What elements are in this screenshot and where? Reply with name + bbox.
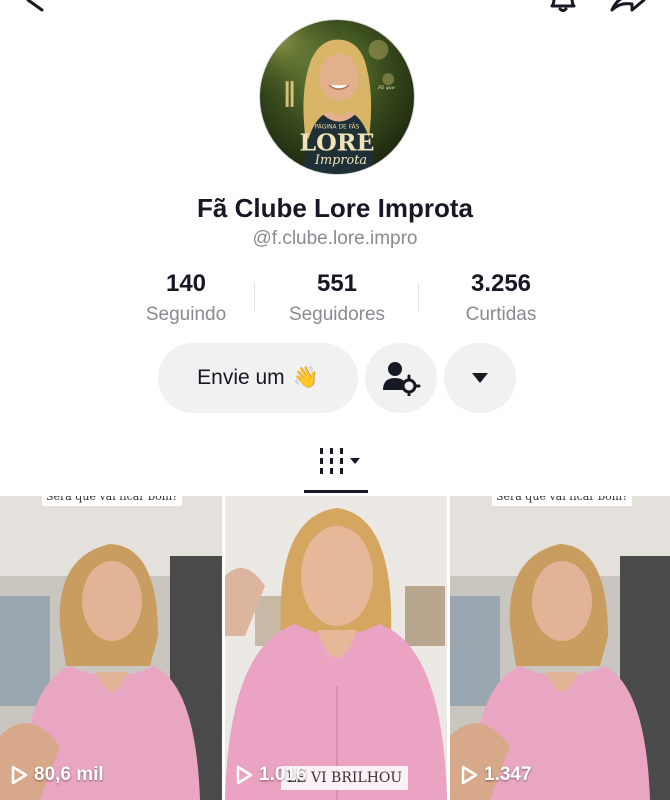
video-grid: Será que vai ficar bom? 80,6 mil LE VI B… — [0, 496, 670, 800]
user-gear-icon — [383, 362, 421, 396]
profile-handle: @f.clube.lore.impro — [252, 228, 418, 249]
video-frame-image — [225, 496, 447, 800]
stat-likes[interactable]: 3.256 Curtidas — [436, 270, 566, 326]
video-frame-image — [0, 496, 222, 800]
avatar-script-text: Improta — [314, 153, 367, 168]
stat-divider — [418, 283, 419, 311]
view-count-text: 80,6 mil — [34, 764, 104, 785]
stat-following[interactable]: 140 Seguindo — [121, 270, 251, 326]
play-icon — [461, 765, 478, 785]
back-arrow-icon[interactable] — [22, 0, 52, 16]
video-thumbnail[interactable]: LE VI BRILHOU 1.016 — [225, 496, 447, 800]
profile-tab-bar — [0, 430, 670, 494]
stat-likes-label: Curtidas — [465, 304, 537, 325]
profile-avatar[interactable]: PÁGINA DE FÃS LORE Improta Fã que — [259, 19, 415, 175]
caret-down-icon — [472, 373, 488, 383]
video-thumbnail[interactable]: Será que vai ficar bom? 1.347 — [450, 496, 670, 800]
view-count: 1.016 — [235, 764, 307, 786]
waving-hand-icon: 👋 — [292, 366, 319, 389]
stat-followers-value: 551 — [316, 270, 358, 297]
stat-likes-value: 3.256 — [470, 270, 532, 297]
stat-followers-label: Seguidores — [288, 304, 386, 325]
svg-text:Fã que: Fã que — [377, 84, 395, 91]
view-count: 80,6 mil — [10, 764, 104, 786]
video-thumbnail[interactable]: Será que vai ficar bom? 80,6 mil — [0, 496, 222, 800]
stat-following-label: Seguindo — [145, 304, 227, 325]
profile-name: Fã Clube Lore Improta — [197, 193, 473, 223]
view-count-text: 1.016 — [259, 764, 307, 785]
avatar-big-text: LORE — [299, 128, 374, 156]
active-tab-indicator — [304, 490, 368, 493]
video-caption: Será que vai ficar bom? — [492, 496, 632, 506]
stat-followers[interactable]: 551 Seguidores — [272, 270, 402, 326]
grid-icon[interactable] — [304, 442, 368, 482]
message-button-label: Envie um — [197, 366, 285, 389]
view-count: 1.347 — [460, 764, 532, 786]
stat-following-value: 140 — [165, 270, 207, 297]
play-icon — [236, 765, 253, 785]
message-button[interactable]: Envie um 👋 — [158, 343, 358, 413]
video-caption: Será que vai ficar bom? — [42, 496, 182, 506]
bell-icon[interactable] — [545, 0, 581, 18]
more-options-button[interactable] — [444, 343, 516, 413]
share-icon[interactable] — [608, 0, 648, 18]
follow-settings-button[interactable] — [365, 343, 437, 413]
stat-divider — [254, 283, 255, 311]
view-count-text: 1.347 — [484, 764, 532, 785]
play-icon — [11, 765, 28, 785]
video-frame-image — [450, 496, 670, 800]
top-bar — [0, 0, 670, 20]
